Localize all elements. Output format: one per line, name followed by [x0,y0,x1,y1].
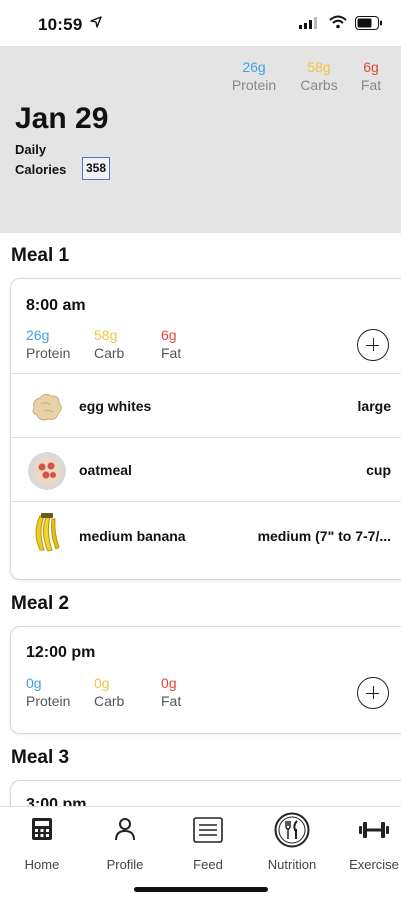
tab-exercise-label: Exercise [349,857,399,872]
daily-carbs: 58g Carbs [294,58,344,94]
meal-2-fat-label: Fat [161,693,182,709]
daily-label-line1: Daily [15,142,47,157]
oatmeal-icon [28,452,66,490]
food-name: oatmeal [79,462,132,478]
daily-carbs-label: Carbs [300,77,338,93]
food-row-oatmeal[interactable]: oatmeal cup [11,437,401,501]
battery-icon [355,16,382,30]
feed-icon [193,817,223,843]
meal-1-fat-label: Fat [161,345,182,361]
meal-2-protein: 0g Protein [26,674,70,710]
meal-1-protein-label: Protein [26,345,71,361]
food-name: medium banana [79,528,186,544]
banana-icon [35,513,60,552]
meal-2-fat: 0g Fat [161,674,181,710]
signal-icon [299,17,317,29]
meal-2-add-food-button[interactable] [357,677,389,709]
food-row-egg-whites[interactable]: egg whites large [11,373,401,437]
daily-fat: 6g Fat [354,58,388,94]
tab-profile[interactable]: Profile [85,807,165,877]
tab-nutrition[interactable]: Nutrition [252,807,332,877]
daily-calories-label: Daily Calories [15,140,66,180]
daily-protein: 26g Protein [226,58,282,94]
dumbbell-icon [359,822,389,838]
meal-2-fat-value: 0g [161,675,177,691]
tab-home[interactable]: Home [2,807,82,877]
page-title-date: Jan 29 [15,102,109,135]
food-unit: cup [366,462,391,478]
meal-2-carb: 0g Carb [94,674,124,710]
food-row-medium-banana[interactable]: medium banana medium (7" to 7-7/... [11,501,401,579]
meal-1-fat-value: 6g [161,327,177,343]
meal-2-protein-value: 0g [26,675,42,691]
daily-label-line2: Calories [15,162,67,177]
daily-protein-label: Protein [231,77,277,93]
tab-exercise[interactable]: Exercise [334,807,401,877]
tab-nutrition-label: Nutrition [267,857,317,872]
meal-2-time: 12:00 pm [26,644,96,661]
egg-whites-icon [32,393,62,421]
meal-2-carb-value: 0g [94,675,110,691]
fork-knife-icon [274,812,310,848]
location-arrow-icon [90,16,102,28]
meal-3-title: Meal 3 [11,747,70,768]
food-unit: medium (7" to 7-7/... [257,528,391,544]
home-indicator [134,887,268,892]
meal-2-card[interactable]: 12:00 pm 0g Protein 0g Carb 0g Fat [10,626,401,734]
status-bar: 10:59 [0,0,401,46]
calories-value-field[interactable]: 358 [82,157,111,180]
person-icon [115,818,135,841]
status-time: 10:59 [38,15,83,34]
meal-1-card[interactable]: 8:00 am 26g Protein 58g Carb 6g Fat egg … [10,278,401,580]
wifi-icon [329,15,347,29]
tab-feed[interactable]: Feed [168,807,248,877]
meal-1-protein: 26g Protein [26,326,70,362]
meal-1-title: Meal 1 [11,245,70,266]
daily-protein-value: 26g [242,59,266,75]
meal-1-carb-label: Carb [94,345,125,361]
daily-fat-value: 6g [363,59,379,75]
food-name: egg whites [79,398,152,414]
calculator-icon [32,818,52,840]
meal-1-carb: 58g Carb [94,326,124,362]
food-unit: large [357,398,391,414]
bottom-tab-bar: Home Profile Feed Nutrition Exercise [0,806,401,900]
tab-feed-label: Feed [193,857,223,872]
meal-1-protein-value: 26g [26,327,50,343]
daily-fat-label: Fat [360,77,382,93]
daily-summary-header: 26g Protein 58g Carbs 6g Fat Jan 29 Dail… [0,46,401,233]
daily-carbs-value: 58g [307,59,331,75]
meal-1-fat: 6g Fat [161,326,181,362]
meal-1-add-food-button[interactable] [357,329,389,361]
meal-1-time: 8:00 am [26,297,86,314]
tab-profile-label: Profile [106,857,144,872]
meal-2-protein-label: Protein [26,693,71,709]
meal-1-carb-value: 58g [94,327,118,343]
tab-home-label: Home [24,857,60,872]
meal-2-carb-label: Carb [94,693,125,709]
meal-2-title: Meal 2 [11,593,70,614]
